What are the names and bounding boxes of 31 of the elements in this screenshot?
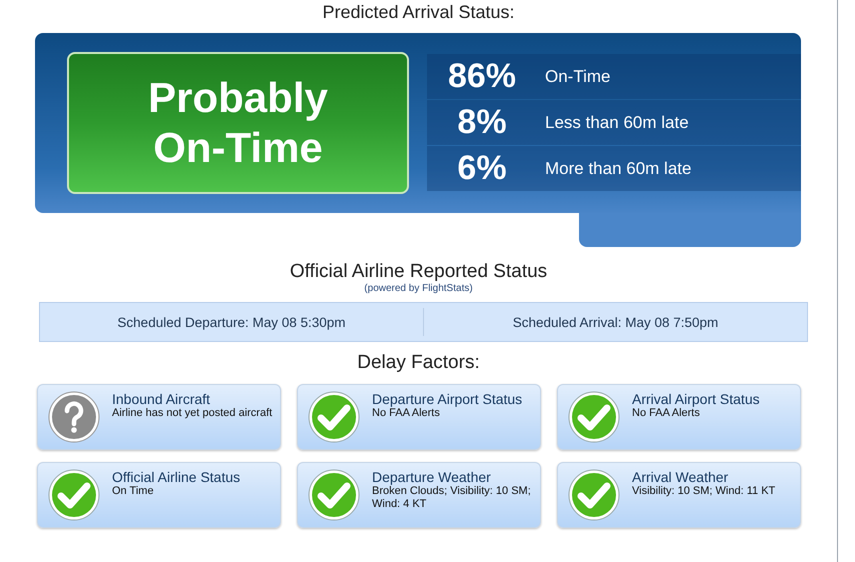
check-icon <box>568 469 620 521</box>
section-title: Delay Factors: <box>357 352 480 374</box>
arrival-time: Scheduled Arrival: May 08 7:50pm <box>512 314 720 330</box>
question-icon <box>48 391 100 443</box>
factor-title: Departure Airport Status <box>372 391 522 407</box>
percent-label: More than 60m late <box>545 158 692 178</box>
factor-title: Arrival Airport Status <box>632 391 760 407</box>
factor-detail: Broken Clouds; Visibility: 10 SM; Wind: 4 KT <box>372 485 532 511</box>
percent-label: Less than 60m late <box>545 112 689 132</box>
check-icon <box>308 469 360 521</box>
source-note: (powered by FlightStats) <box>364 283 473 294</box>
factor-detail: Airline has not yet posted aircraft <box>112 407 272 420</box>
check-icon <box>308 391 360 443</box>
verdict-badge: Probably On-Time <box>67 52 409 194</box>
factor-detail: On Time <box>112 485 155 498</box>
factor-title: Inbound Aircraft <box>112 391 212 407</box>
factor-title: Official Airline Status <box>112 469 240 485</box>
check-icon <box>568 391 620 443</box>
factor-detail: No FAA Alerts <box>632 407 701 420</box>
percent-value: 86% <box>446 57 518 96</box>
factor-title: Departure Weather <box>372 469 492 485</box>
factor-detail: Visibility: 10 SM; Wind: 11 KT <box>632 485 776 498</box>
percent-label: On-Time <box>545 66 610 86</box>
factor-detail: No FAA Alerts <box>372 407 441 420</box>
departure-time: Scheduled Departure: May 08 5:30pm <box>116 314 347 330</box>
section-title: Predicted Arrival Status: <box>322 2 515 23</box>
section-title: Official Airline Reported Status <box>290 261 548 283</box>
factor-title: Arrival Weather <box>632 469 730 485</box>
check-icon <box>48 469 100 521</box>
percent-value: 8% <box>456 103 508 142</box>
percent-value: 6% <box>456 149 508 188</box>
